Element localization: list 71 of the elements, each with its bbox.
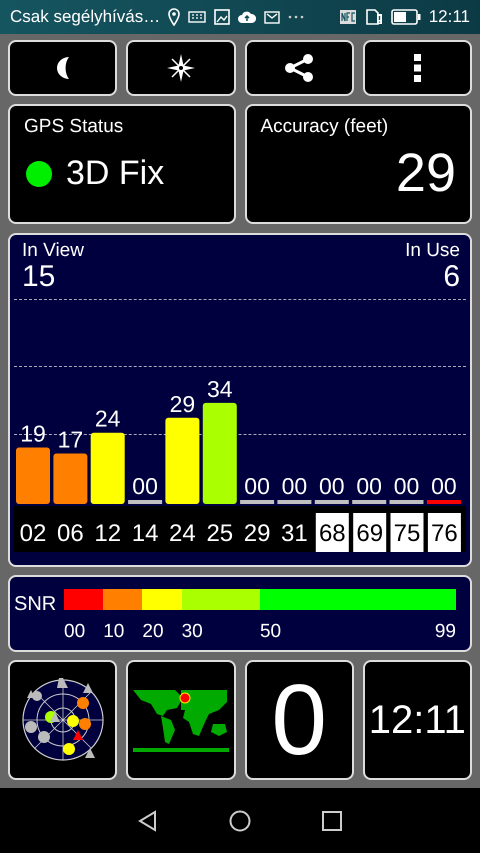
accuracy-value: 29 [396, 142, 456, 204]
card-title: GPS Status [24, 116, 124, 138]
bar-value-label: 17 [58, 426, 84, 452]
satellite-id-label: 14 [132, 520, 158, 547]
tile-value: 0 [271, 662, 327, 778]
clock-text: 12:11 [428, 7, 470, 27]
info-tile[interactable]: 0 [244, 660, 354, 780]
scale-label: 99 [434, 621, 456, 644]
card-title: Accuracy (feet) [260, 116, 390, 138]
scale-label: 00 [64, 621, 86, 644]
fix-status-text: 3D Fix [66, 154, 164, 193]
satellite-id-label: 31 [281, 520, 308, 547]
bar-value-label: 00 [394, 473, 420, 499]
scale-label: 10 [103, 621, 126, 644]
satellite-id-label: 24 [169, 520, 196, 547]
satellite-id-label: 02 [20, 520, 46, 547]
battery-icon [390, 9, 421, 25]
satellite-id-label: 06 [57, 520, 84, 547]
location-icon [168, 8, 180, 26]
in-use-count: 6 [443, 262, 460, 292]
satellite-id-label: 75 [390, 513, 424, 552]
bar-value-label: 00 [319, 473, 345, 499]
toolbar-button[interactable] [244, 40, 354, 96]
x-tick-label: 76 [431, 520, 458, 547]
menu-icon [412, 53, 423, 83]
nfc-icon [338, 9, 357, 25]
info-tile[interactable]: 12:11 [362, 660, 472, 780]
back-icon[interactable] [137, 810, 159, 832]
in-view-count: 15 [22, 262, 56, 292]
keyboard-icon [188, 10, 206, 24]
more-notifications-icon [288, 15, 304, 19]
share-icon [284, 53, 314, 83]
toolbar-button[interactable] [8, 40, 118, 96]
in-view-label: In View [22, 240, 84, 262]
bar-value-label: 19 [20, 420, 46, 446]
in-use-label: In Use [405, 240, 460, 262]
info-tile[interactable] [8, 660, 118, 780]
bar-value-label: 00 [431, 473, 457, 499]
satellite-id-label: 68 [316, 513, 349, 552]
mail-icon [264, 10, 280, 24]
toolbar-button[interactable] [126, 40, 236, 96]
home-icon[interactable] [229, 810, 251, 832]
bar-value-label: 00 [132, 473, 158, 499]
bar-value-label: 00 [356, 473, 382, 499]
satellite-id-label: 12 [94, 520, 122, 547]
x-tick-label: 68 [318, 520, 346, 547]
bar-value-label: 00 [244, 473, 270, 499]
carrier-text: Csak segélyhívás… [10, 7, 160, 27]
recents-icon[interactable] [321, 810, 343, 832]
satellite-id-label: 25 [206, 520, 234, 547]
tile-value: 12:11 [368, 698, 466, 742]
bar-value-label: 29 [170, 390, 196, 417]
satellite-id-label: 29 [244, 520, 270, 547]
satellite-id-label: 76 [428, 513, 461, 552]
scale-label: 20 [142, 621, 165, 644]
bar-value-label: 24 [94, 406, 120, 432]
image-icon [214, 9, 230, 25]
satellite-id-label: 69 [353, 513, 386, 552]
x-tick-label: 75 [394, 520, 420, 547]
toolbar-button[interactable] [362, 40, 472, 96]
bar-value-label: 00 [282, 473, 308, 499]
scale-label: 30 [182, 621, 204, 644]
scale-label: 50 [260, 621, 282, 644]
info-tile[interactable] [126, 660, 236, 780]
sim-alert-icon [364, 9, 383, 25]
cloud-upload-icon [238, 10, 256, 24]
compass-rose-icon [166, 53, 196, 83]
x-tick-label: 69 [356, 520, 384, 547]
bar-value-label: 34 [207, 376, 233, 402]
snr-label: SNR [14, 592, 58, 616]
moon-icon [56, 56, 70, 80]
